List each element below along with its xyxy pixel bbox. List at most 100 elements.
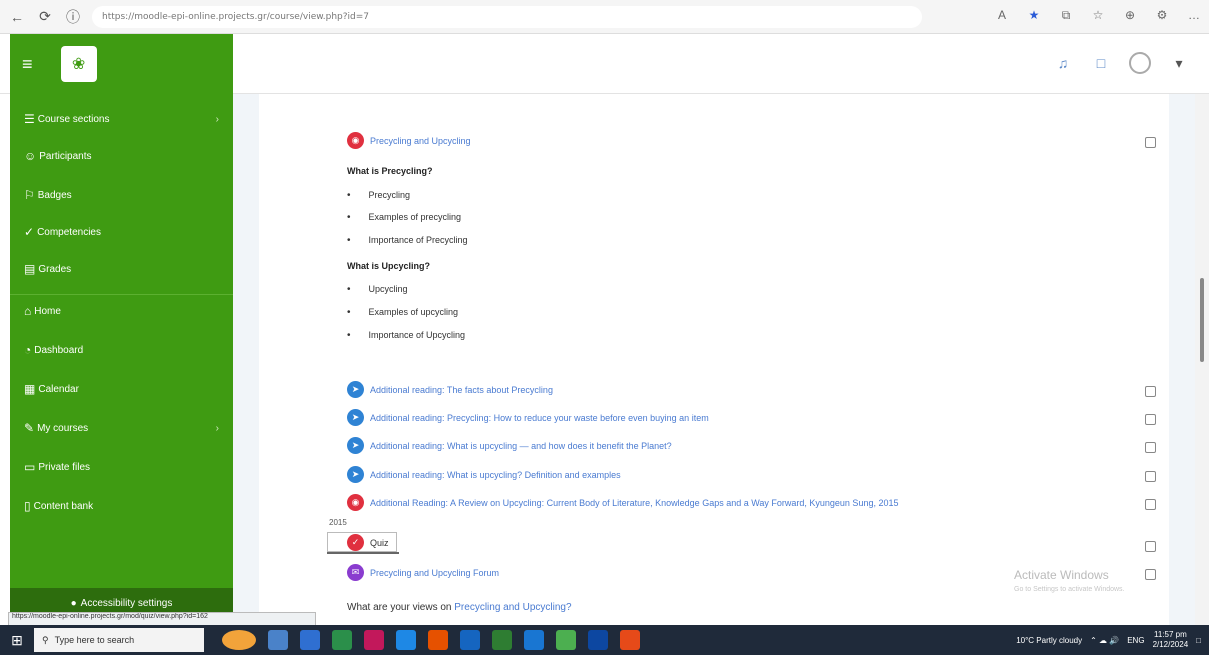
app-icon[interactable] — [364, 630, 384, 650]
completion-checkbox[interactable] — [1145, 499, 1156, 510]
back-icon[interactable]: ← — [6, 6, 28, 28]
activity-reading[interactable]: ➤ Additional reading: What is upcycling … — [347, 437, 672, 454]
windows-start-icon[interactable]: ⊞ — [0, 625, 34, 655]
badge-icon: ⚐ — [24, 188, 35, 202]
activity-link[interactable]: Quiz — [370, 538, 389, 548]
app-icon[interactable] — [396, 630, 416, 650]
app-icon[interactable] — [620, 630, 640, 650]
sidebar-item-home[interactable]: ⌂ Home — [24, 304, 61, 318]
activity-reading[interactable]: ➤ Additional reading: Precycling: How to… — [347, 409, 709, 426]
activate-windows-watermark: Activate Windows — [1014, 568, 1109, 582]
taskbar-apps — [222, 630, 640, 650]
more-icon[interactable]: … — [1185, 6, 1203, 24]
activity-reading[interactable]: ◉ Additional Reading: A Review on Upcycl… — [347, 494, 898, 511]
favorite-icon[interactable]: ★ — [1025, 6, 1043, 24]
activity-forum[interactable]: ✉ Precycling and Upcycling Forum — [347, 564, 499, 581]
list-item: • Examples of precycling — [347, 212, 462, 223]
sidebar-item-private-files[interactable]: ▭ Private files — [24, 460, 90, 474]
notifications-icon[interactable]: ♫ — [1053, 53, 1073, 73]
pdf-icon: ◉ — [347, 494, 364, 511]
address-bar[interactable]: https://moodle-epi-online.projects.gr/co… — [92, 6, 922, 28]
completion-checkbox[interactable] — [1145, 386, 1156, 397]
app-icon[interactable] — [428, 630, 448, 650]
sidebar-item-competencies[interactable]: ✓ Competencies — [24, 225, 101, 239]
activity-link[interactable]: Additional reading: Precycling: How to r… — [370, 413, 709, 423]
list-text: Upcycling — [368, 284, 408, 294]
app-icon[interactable] — [588, 630, 608, 650]
activity-link[interactable]: Additional reading: What is upcycling? D… — [370, 470, 621, 480]
app-icon[interactable] — [556, 630, 576, 650]
activity-link[interactable]: Additional reading: What is upcycling — … — [370, 441, 672, 451]
site-header: ≡ ❀ ♫ □ ▾ — [0, 34, 1209, 94]
chevron-right-icon[interactable]: › — [216, 423, 219, 434]
tray-icons[interactable]: ⌃ ☁ 🔊 — [1090, 636, 1119, 645]
notification-icon[interactable]: □ — [1196, 636, 1201, 645]
favorites-icon[interactable]: ☆ — [1089, 6, 1107, 24]
app-icon[interactable] — [332, 630, 352, 650]
sidebar-item-content-bank[interactable]: ▯ Content bank — [24, 499, 93, 513]
activity-link[interactable]: Additional Reading: A Review on Upcyclin… — [370, 498, 898, 508]
sidebar-item-my-courses[interactable]: ✎ My courses — [24, 421, 88, 435]
app-icon[interactable] — [300, 630, 320, 650]
messages-icon[interactable]: □ — [1091, 53, 1111, 73]
split-screen-icon[interactable]: ⧉ — [1057, 6, 1075, 24]
course-content: ◉ Precycling and Upcycling What is Precy… — [259, 94, 1169, 625]
header-brand-area: ≡ ❀ — [10, 34, 233, 94]
list-icon: ☰ — [24, 112, 35, 126]
list-item: • Upcycling — [347, 284, 408, 295]
forum-question-link[interactable]: Precycling and Upcycling? — [454, 602, 571, 613]
completion-checkbox[interactable] — [1145, 471, 1156, 482]
page-scrollbar[interactable] — [1195, 94, 1209, 625]
collections-icon[interactable]: ⊕ — [1121, 6, 1139, 24]
extensions-icon[interactable]: ⚙ — [1153, 6, 1171, 24]
app-icon[interactable] — [492, 630, 512, 650]
chevron-right-icon[interactable]: › — [216, 114, 219, 125]
sidebar-item-course-sections[interactable]: ☰ Course sections — [24, 112, 109, 126]
language-indicator[interactable]: ENG — [1127, 636, 1144, 645]
sidebar-item-label: Competencies — [37, 226, 101, 238]
sidebar-item-label: Content bank — [33, 500, 94, 512]
activity-quiz[interactable]: ✓ Quiz — [347, 534, 389, 551]
task-view-icon[interactable] — [268, 630, 288, 650]
sidebar-item-badges[interactable]: ⚐ Badges — [24, 188, 72, 202]
activity-link[interactable]: Additional reading: The facts about Prec… — [370, 385, 553, 395]
read-aloud-icon[interactable]: A — [993, 6, 1011, 24]
menu-icon[interactable]: ≡ — [22, 54, 33, 75]
app-icon[interactable] — [524, 630, 544, 650]
weather-text[interactable]: 10°C Partly cloudy — [1016, 636, 1082, 645]
list-text: Examples of precycling — [368, 212, 462, 222]
taskbar-search[interactable]: ⚲ Type here to search — [34, 628, 204, 652]
status-link-preview: https://moodle-epi-online.projects.gr/mo… — [8, 612, 316, 626]
activity-link[interactable]: Precycling and Upcycling — [370, 136, 471, 146]
clock[interactable]: 11:57 pm 2/12/2024 — [1153, 630, 1189, 650]
widget-icon[interactable] — [222, 630, 256, 650]
list-item: • Importance of Precycling — [347, 235, 468, 246]
completion-checkbox[interactable] — [1145, 414, 1156, 425]
completion-checkbox[interactable] — [1145, 137, 1156, 148]
activity-precycling-upcycling[interactable]: ◉ Precycling and Upcycling — [347, 132, 471, 149]
header-actions: ♫ □ ▾ — [1053, 52, 1189, 74]
activity-link[interactable]: Precycling and Upcycling Forum — [370, 568, 499, 578]
activity-reading[interactable]: ➤ Additional reading: What is upcycling?… — [347, 466, 621, 483]
sidebar-item-grades[interactable]: ▤ Grades — [24, 262, 71, 276]
site-info-icon[interactable]: ⓘ — [62, 6, 84, 28]
sidebar-item-calendar[interactable]: ▦ Calendar — [24, 382, 79, 396]
user-avatar[interactable] — [1129, 52, 1151, 74]
completion-checkbox[interactable] — [1145, 442, 1156, 453]
completion-checkbox[interactable] — [1145, 569, 1156, 580]
accessibility-label: Accessibility settings — [80, 597, 173, 609]
completion-checkbox[interactable] — [1145, 541, 1156, 552]
refresh-icon[interactable]: ⟳ — [34, 6, 56, 28]
app-icon[interactable] — [460, 630, 480, 650]
activity-reading[interactable]: ➤ Additional reading: The facts about Pr… — [347, 381, 553, 398]
browser-toolbar: ← ⟳ ⓘ https://moodle-epi-online.projects… — [0, 0, 1209, 34]
sidebar-item-label: Home — [34, 305, 61, 317]
sidebar-item-participants[interactable]: ☺ Participants — [24, 149, 92, 163]
accessibility-icon: ● — [70, 597, 77, 609]
forum-description: What are your views on Precycling and Up… — [347, 602, 572, 613]
sidebar-item-dashboard[interactable]: ◔ Dashboard — [24, 343, 83, 357]
url-icon: ➤ — [347, 466, 364, 483]
chevron-down-icon[interactable]: ▾ — [1169, 53, 1189, 73]
site-logo[interactable]: ❀ — [60, 46, 97, 82]
scrollbar-thumb[interactable] — [1200, 278, 1204, 362]
